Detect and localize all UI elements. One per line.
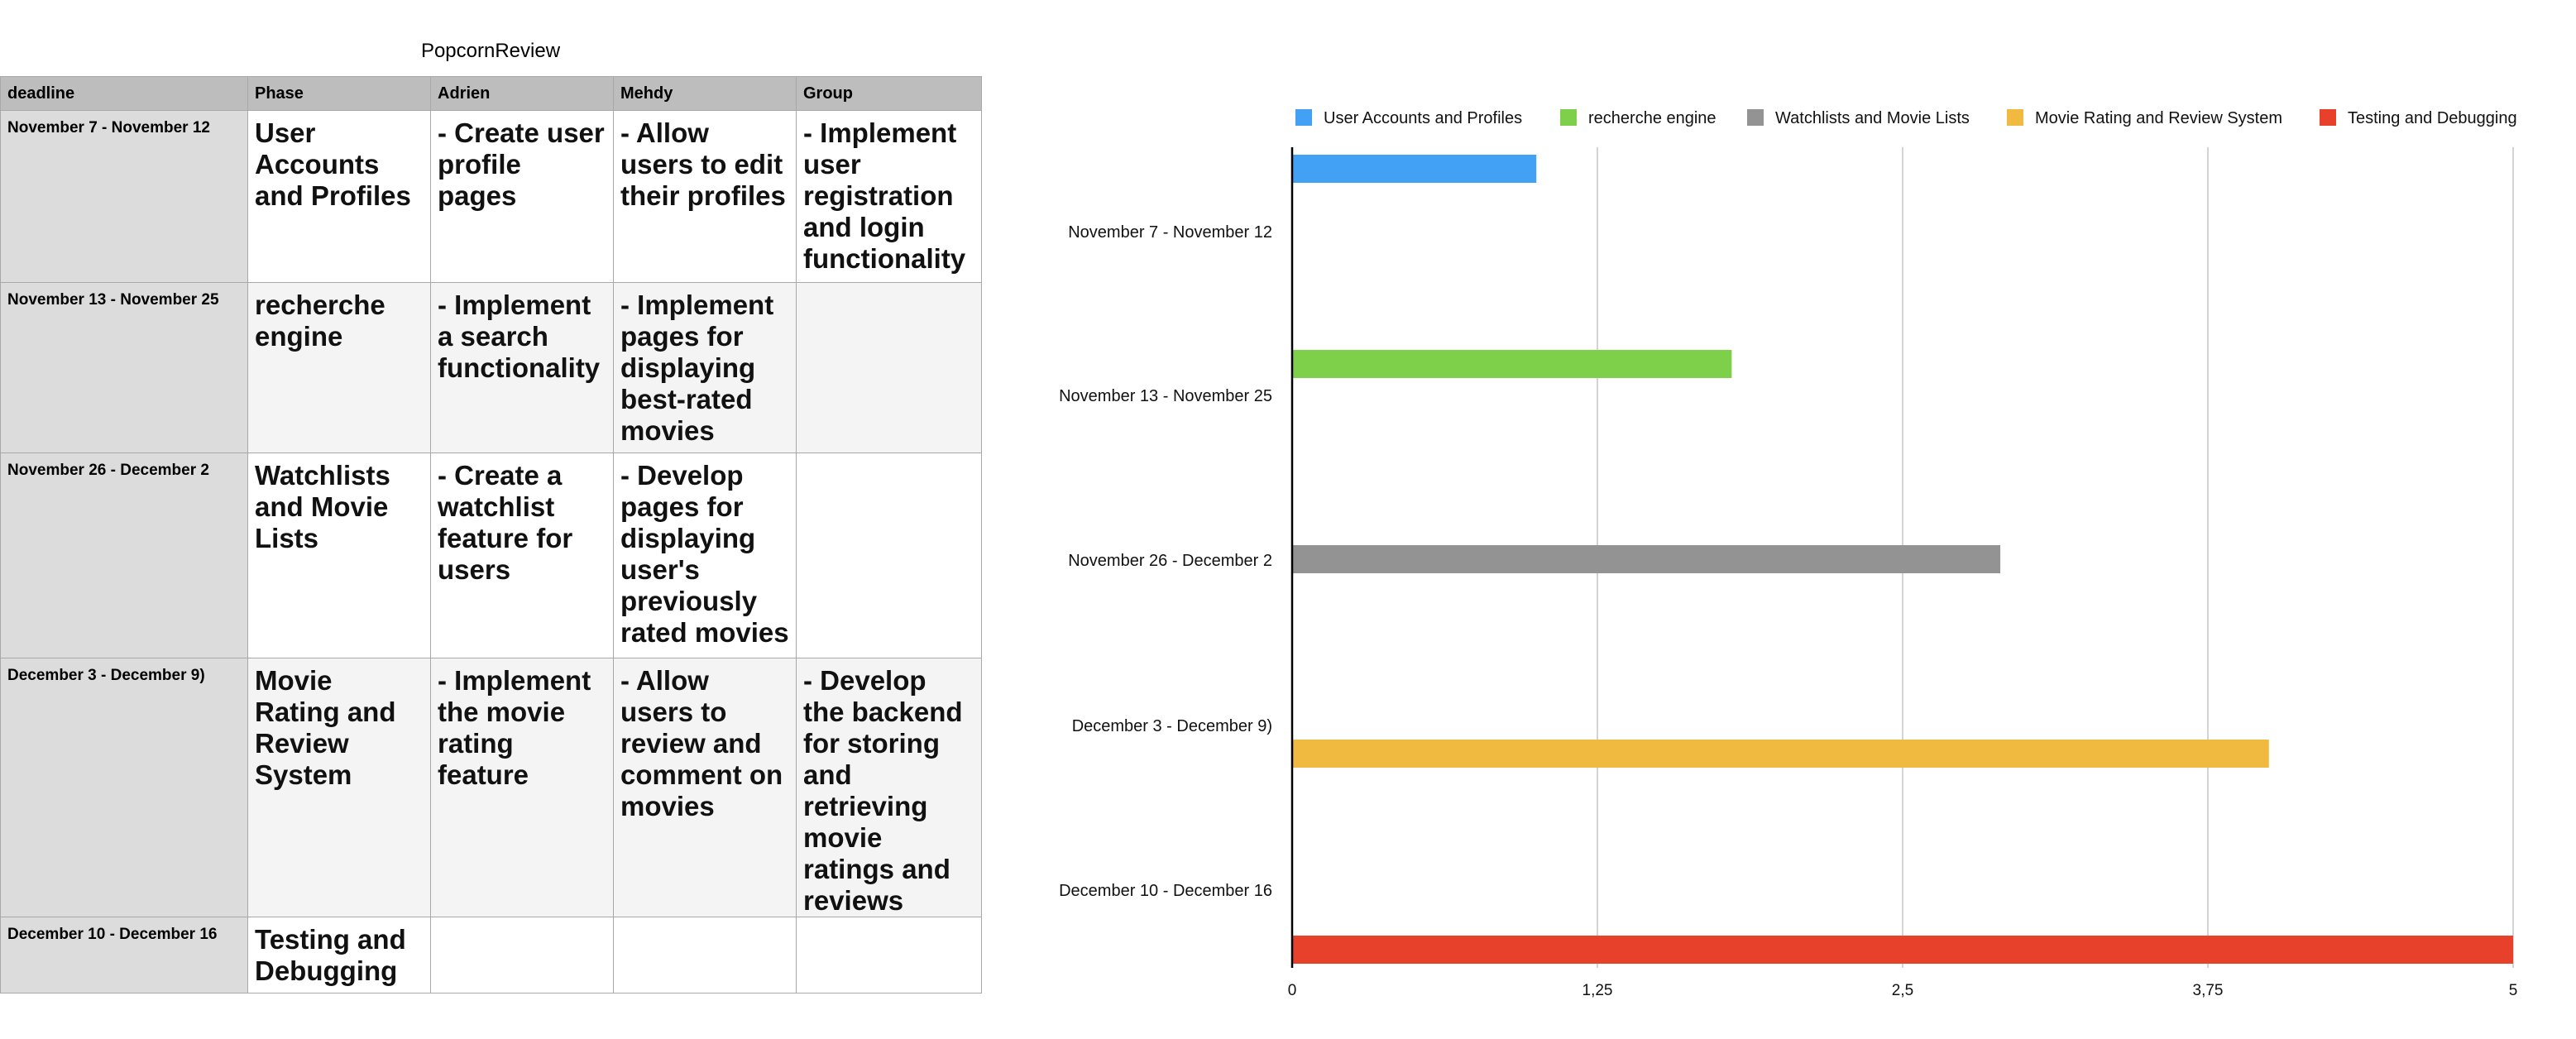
table-row: December 3 - December 9) Movie Rating an… bbox=[0, 658, 982, 917]
sheet-title: PopcornReview bbox=[420, 40, 561, 62]
legend-swatch bbox=[1747, 109, 1764, 126]
phase-cell[interactable]: Watchlists and Movie Lists bbox=[247, 452, 431, 658]
legend-swatch bbox=[1560, 109, 1577, 126]
chart-svg: User Accounts and Profiles recherche engi… bbox=[1059, 109, 2518, 999]
group-cell[interactable]: - Develop the backend for storing and re… bbox=[796, 658, 982, 917]
bar-1[interactable] bbox=[1292, 350, 1732, 378]
category-label: November 13 - November 25 bbox=[1059, 387, 1272, 405]
schedule-table: deadline Phase Adrien Mehdy Group Novemb… bbox=[0, 76, 982, 994]
group-cell[interactable] bbox=[796, 452, 982, 658]
legend-label: Testing and Debugging bbox=[2348, 109, 2517, 127]
header-mehdy[interactable]: Mehdy bbox=[613, 76, 797, 111]
table-row: November 26 - December 2 Watchlists and … bbox=[0, 452, 982, 658]
mehdy-cell[interactable]: - Allow users to review and comment on m… bbox=[613, 658, 797, 917]
adrien-cell[interactable]: - Implement a search functionality bbox=[430, 282, 614, 453]
bar-4[interactable] bbox=[1292, 936, 2513, 964]
category-label: November 7 - November 12 bbox=[1068, 223, 1272, 242]
legend-label: recherche engine bbox=[1588, 109, 1717, 127]
phase-cell[interactable]: User Accounts and Profiles bbox=[247, 110, 431, 283]
x-tick-label: 5 bbox=[2509, 982, 2518, 999]
deadline-cell[interactable]: November 26 - December 2 bbox=[0, 452, 248, 658]
legend-swatch bbox=[2320, 109, 2336, 126]
phase-cell[interactable]: Testing and Debugging bbox=[247, 917, 431, 994]
phase-cell[interactable]: Movie Rating and Review System bbox=[247, 658, 431, 917]
legend-item[interactable]: User Accounts and Profiles bbox=[1295, 109, 1522, 127]
bar-3[interactable] bbox=[1292, 740, 2269, 768]
table-row: November 7 - November 12 User Accounts a… bbox=[0, 110, 982, 283]
adrien-cell[interactable]: - Create a watchlist feature for users bbox=[430, 452, 614, 658]
table-row: November 13 - November 25 recherche engi… bbox=[0, 282, 982, 453]
header-phase[interactable]: Phase bbox=[247, 76, 431, 111]
table-row: December 10 - December 16 Testing and De… bbox=[0, 917, 982, 994]
mehdy-cell[interactable]: - Develop pages for displaying user's pr… bbox=[613, 452, 797, 658]
group-cell[interactable]: - Implement user registration and login … bbox=[796, 110, 982, 283]
deadline-cell[interactable]: December 3 - December 9) bbox=[0, 658, 248, 917]
mehdy-cell[interactable] bbox=[613, 917, 797, 994]
chart-legend: User Accounts and Profiles recherche engi… bbox=[1295, 109, 2517, 127]
group-cell[interactable] bbox=[796, 917, 982, 994]
legend-label: User Accounts and Profiles bbox=[1324, 109, 1522, 127]
mehdy-cell[interactable]: - Allow users to edit their profiles bbox=[613, 110, 797, 283]
group-cell[interactable] bbox=[796, 282, 982, 453]
legend-item[interactable]: Watchlists and Movie Lists bbox=[1747, 109, 1970, 127]
adrien-cell[interactable]: - Implement the movie rating feature bbox=[430, 658, 614, 917]
x-tick-label: 3,75 bbox=[2193, 982, 2224, 999]
x-tick-label: 0 bbox=[1288, 982, 1297, 999]
legend-item[interactable]: recherche engine bbox=[1560, 109, 1717, 127]
legend-label: Movie Rating and Review System bbox=[2035, 109, 2282, 127]
phase-bar-chart: User Accounts and Profiles recherche engi… bbox=[981, 0, 2576, 1039]
legend-swatch bbox=[2007, 109, 2023, 126]
bar-0[interactable] bbox=[1292, 155, 1537, 183]
header-group[interactable]: Group bbox=[796, 76, 982, 111]
category-label: December 10 - December 16 bbox=[1059, 882, 1272, 900]
legend-item[interactable]: Testing and Debugging bbox=[2320, 109, 2517, 127]
deadline-cell[interactable]: December 10 - December 16 bbox=[0, 917, 248, 994]
header-deadline[interactable]: deadline bbox=[0, 76, 248, 111]
header-row: deadline Phase Adrien Mehdy Group bbox=[0, 76, 982, 111]
adrien-cell[interactable] bbox=[430, 917, 614, 994]
mehdy-cell[interactable]: - Implement pages for displaying best-ra… bbox=[613, 282, 797, 453]
bar-2[interactable] bbox=[1292, 545, 2001, 573]
deadline-cell[interactable]: November 13 - November 25 bbox=[0, 282, 248, 453]
category-label: November 26 - December 2 bbox=[1068, 552, 1272, 570]
phase-cell[interactable]: recherche engine bbox=[247, 282, 431, 453]
legend-swatch bbox=[1295, 109, 1312, 126]
adrien-cell[interactable]: - Create user profile pages bbox=[430, 110, 614, 283]
x-tick-label: 1,25 bbox=[1582, 982, 1613, 999]
legend-item[interactable]: Movie Rating and Review System bbox=[2007, 109, 2282, 127]
header-adrien[interactable]: Adrien bbox=[430, 76, 614, 111]
category-label: December 3 - December 9) bbox=[1072, 717, 1272, 735]
x-tick-label: 2,5 bbox=[1892, 982, 1913, 999]
legend-label: Watchlists and Movie Lists bbox=[1775, 109, 1970, 127]
deadline-cell[interactable]: November 7 - November 12 bbox=[0, 110, 248, 283]
